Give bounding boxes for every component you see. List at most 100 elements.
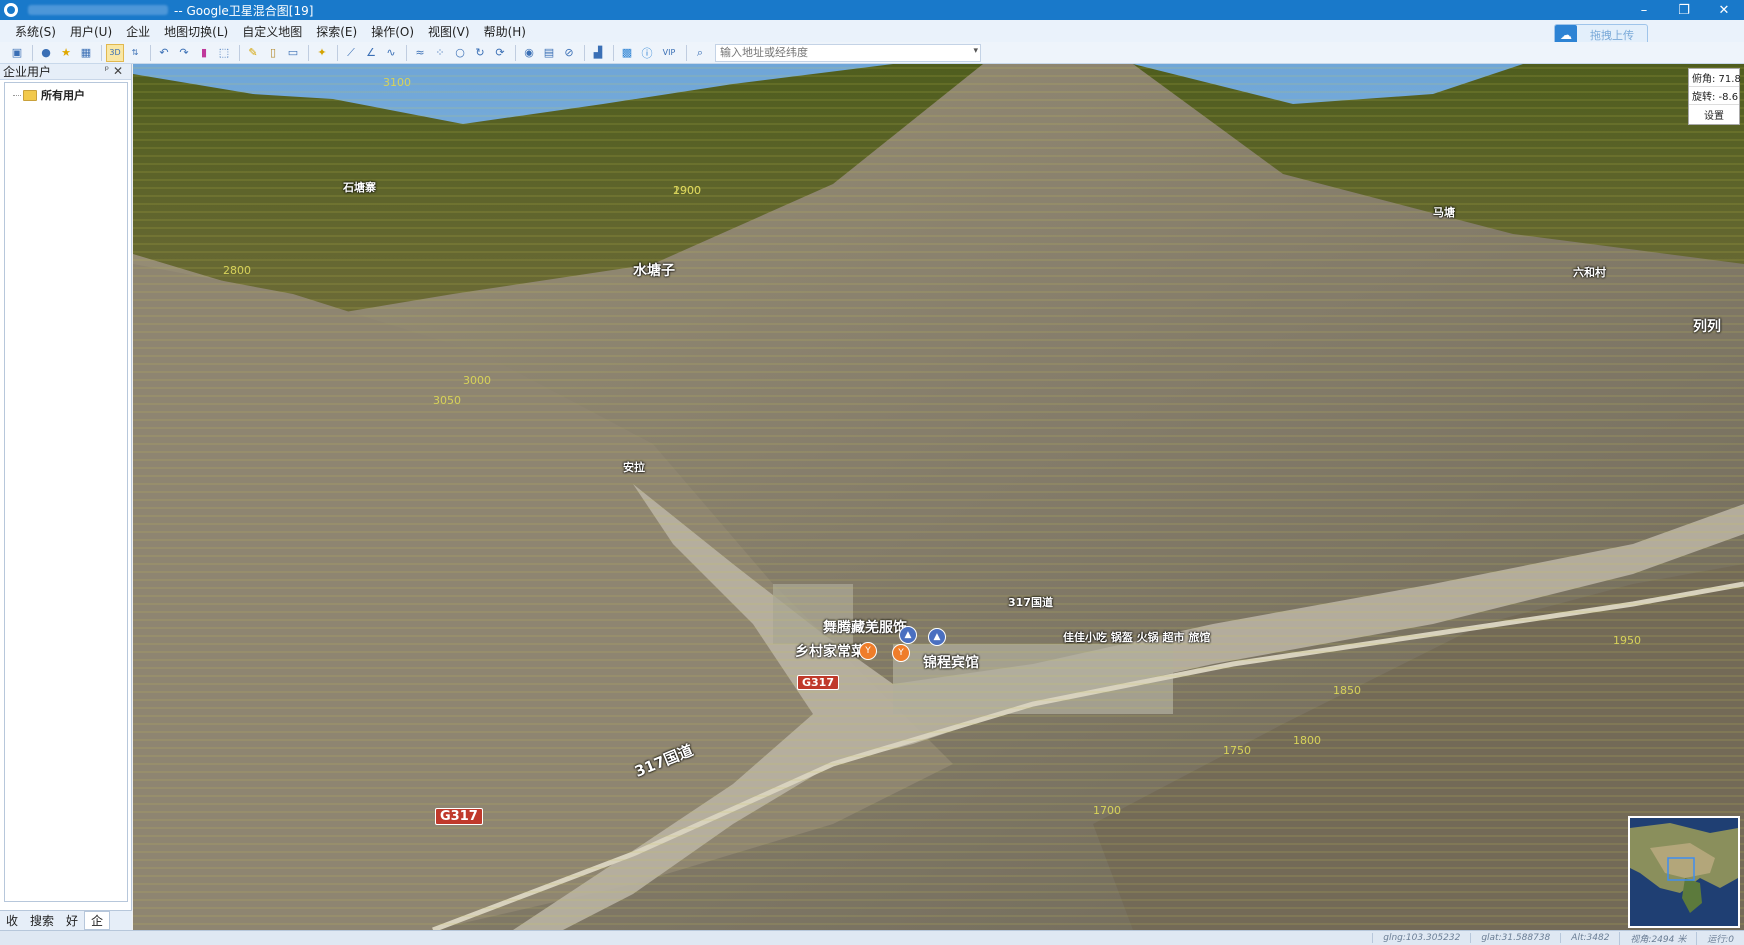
shop-poi-icon[interactable]: ▲ — [928, 628, 946, 646]
tree-node-all-users[interactable]: 所有用户 — [5, 83, 127, 103]
chevron-down-icon[interactable]: ▾ — [973, 46, 978, 56]
refresh-icon[interactable]: ⟳ — [491, 44, 509, 62]
contour-label: 1700 — [1093, 804, 1121, 817]
altitude-readout: Alt:3482 — [1560, 933, 1619, 943]
restaurant-poi-icon[interactable]: Y — [892, 644, 910, 662]
building-icon[interactable]: ▦ — [77, 44, 95, 62]
shop-poi-icon[interactable]: ▲ — [899, 626, 917, 644]
contour-label: 1750 — [1223, 744, 1251, 757]
restaurant-poi-icon[interactable]: Y — [859, 642, 877, 660]
window-controls: – ❐ ✕ — [1624, 0, 1744, 20]
pin-icon[interactable]: ᵖ — [105, 65, 109, 76]
upload-label: 拖拽上传 — [1590, 29, 1634, 42]
toolbar-separator — [337, 44, 338, 61]
info-icon[interactable]: ⓘ — [638, 44, 656, 62]
contour-label: 1950 — [1613, 634, 1641, 647]
place-label: 列列 — [1693, 319, 1721, 335]
toolbar-separator — [308, 44, 309, 61]
highway-shield: G317 — [797, 675, 839, 690]
marker-icon[interactable]: ✦ — [313, 44, 331, 62]
longitude-readout: glng:103.305232 — [1372, 933, 1470, 943]
tree-connector — [13, 94, 21, 96]
undo-icon[interactable]: ↶ — [155, 44, 173, 62]
delete-icon[interactable]: ▮ — [195, 44, 213, 62]
overview-minimap[interactable] — [1628, 816, 1740, 928]
menu-bar: 系统(S) 用户(U) 企业 地图切换(L) 自定义地图 探索(E) 操作(O)… — [0, 20, 1744, 42]
curve-icon[interactable]: ∿ — [382, 44, 400, 62]
tab-friends[interactable]: 好 — [60, 912, 84, 929]
star-icon[interactable]: ★ — [57, 44, 75, 62]
toolbar-separator — [584, 44, 585, 61]
close-icon[interactable]: ✕ — [113, 64, 123, 78]
pin-icon[interactable]: ✎ — [244, 44, 262, 62]
close-button[interactable]: ✕ — [1704, 0, 1744, 20]
menu-map-switch[interactable]: 地图切换(L) — [157, 23, 235, 40]
rotate-icon[interactable]: ↻ — [471, 44, 489, 62]
angle-icon[interactable]: ∠ — [362, 44, 380, 62]
menu-user[interactable]: 用户(U) — [63, 23, 119, 40]
user-tree: 所有用户 — [4, 82, 128, 902]
tab-collapse[interactable]: 收 — [0, 912, 24, 929]
place-label: 安拉 — [623, 461, 645, 474]
place-label: 佳佳小吃 锅盔 火锅 超市 旅馆 — [1063, 631, 1211, 644]
chart-icon[interactable]: ▟ — [589, 44, 607, 62]
circle-icon[interactable]: ○ — [451, 44, 469, 62]
poi-label-food[interactable]: 乡村家常菜 — [795, 641, 865, 661]
menu-operation[interactable]: 操作(O) — [364, 23, 421, 40]
road-icon[interactable]: ≈ — [411, 44, 429, 62]
poi-label-shop[interactable]: 舞腾藏羌服饰 — [823, 617, 907, 637]
panel-header: 企业用户 ᵖ ✕ — [0, 64, 131, 80]
place-label: 马塘 — [1433, 206, 1455, 219]
vip-button[interactable]: VIP — [658, 44, 680, 62]
tab-enterprise[interactable]: 企 — [84, 911, 111, 930]
3d-button[interactable]: 3D — [106, 43, 124, 62]
select-icon[interactable]: ⬚ — [215, 44, 233, 62]
place-label: 水塘子 — [633, 263, 675, 279]
ruler-icon[interactable]: ▯ — [264, 44, 282, 62]
redo-icon[interactable]: ↷ — [175, 44, 193, 62]
window-title: -- Google卫星混合图[19] — [174, 3, 314, 18]
save-icon[interactable]: ▣ — [8, 44, 26, 62]
poi-label-hotel[interactable]: 锦程宾馆 — [923, 652, 979, 672]
menu-explore[interactable]: 探索(E) — [309, 23, 364, 40]
user-icon[interactable]: ● — [37, 44, 55, 62]
minimize-button[interactable]: – — [1624, 0, 1664, 20]
place-label: 石塘寨 — [343, 181, 376, 194]
running-readout: 运行:0 — [1696, 931, 1744, 945]
menu-custom-map[interactable]: 自定义地图 — [235, 23, 309, 40]
toolbar-separator — [515, 44, 516, 61]
toolbar-separator — [32, 44, 33, 61]
menu-enterprise[interactable]: 企业 — [119, 23, 157, 40]
polyline-icon[interactable]: ⟋ — [342, 44, 360, 62]
image-icon[interactable]: ▤ — [540, 44, 558, 62]
tab-search[interactable]: 搜索 — [24, 912, 60, 929]
panel-tabs: 收 搜索 好 企 — [0, 910, 132, 930]
menu-view[interactable]: 视图(V) — [421, 23, 477, 40]
contour-label: 3000 — [463, 374, 491, 387]
search-icon[interactable]: ⌕ — [691, 44, 709, 62]
settings-button[interactable]: 设置 — [1689, 105, 1739, 124]
map-3d-view[interactable]: 3100 3050 3000 2900 2800 1900 1950 1850 … — [133, 64, 1744, 930]
app-icon — [4, 3, 18, 17]
frame-icon[interactable]: ▭ — [284, 44, 302, 62]
chat-icon[interactable]: ▩ — [618, 44, 636, 62]
rotate-readout: 旋转: -8.6 — [1689, 87, 1739, 105]
status-bar: glng:103.305232 glat:31.588738 Alt:3482 … — [0, 930, 1744, 945]
toolbar-separator — [686, 44, 687, 61]
view-height-readout: 视角:2494 米 — [1619, 931, 1696, 945]
address-search-field[interactable]: ▾ — [715, 43, 981, 62]
folder-icon — [23, 89, 37, 101]
address-search-input[interactable] — [720, 46, 960, 59]
enterprise-user-panel: 企业用户 ᵖ ✕ 所有用户 收 搜索 好 企 — [0, 64, 132, 930]
link-icon[interactable]: ⊘ — [560, 44, 578, 62]
globe-icon[interactable]: ◉ — [520, 44, 538, 62]
panel-title: 企业用户 — [3, 65, 52, 79]
contour-label: 2800 — [223, 264, 251, 277]
3d-2d-toggle-icon[interactable]: ⇅ — [126, 44, 144, 62]
menu-system[interactable]: 系统(S) — [8, 23, 63, 40]
restore-button[interactable]: ❐ — [1664, 0, 1704, 20]
toolbar: ▣ ● ★ ▦ 3D ⇅ ↶ ↷ ▮ ⬚ ✎ ▯ ▭ ✦ ⟋ ∠ ∿ ≈ ⁘ ○… — [0, 42, 1744, 64]
contour-label: 1800 — [1293, 734, 1321, 747]
points-icon[interactable]: ⁘ — [431, 44, 449, 62]
menu-help[interactable]: 帮助(H) — [477, 23, 533, 40]
